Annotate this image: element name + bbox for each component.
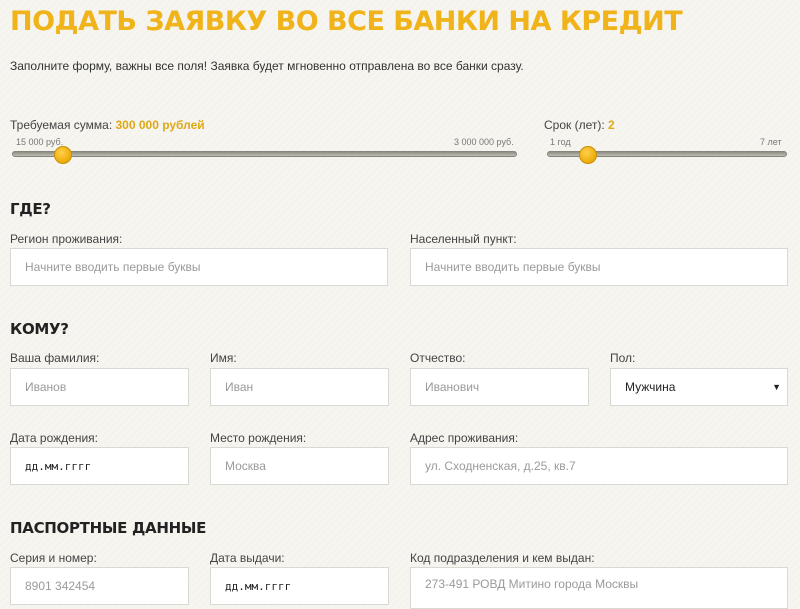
amount-max-label: 3 000 000 руб. xyxy=(454,137,514,147)
region-input[interactable] xyxy=(10,248,388,286)
term-value: 2 xyxy=(608,118,615,132)
section-passport-heading: ПАСПОРТНЫЕ ДАННЫЕ xyxy=(10,519,207,537)
patronymic-label: Отчество: xyxy=(410,351,466,365)
birth-place-input[interactable] xyxy=(210,447,389,485)
region-label: Регион проживания: xyxy=(10,232,123,246)
dropdown-arrow-icon: ▼ xyxy=(772,382,781,392)
passport-series-label: Серия и номер: xyxy=(10,551,97,565)
surname-label: Ваша фамилия: xyxy=(10,351,100,365)
birth-date-label: Дата рождения: xyxy=(10,431,98,445)
address-input[interactable] xyxy=(410,447,788,485)
passport-series-input[interactable] xyxy=(10,567,189,605)
birth-place-label: Место рождения: xyxy=(210,431,307,445)
amount-label-text: Требуемая сумма: xyxy=(10,118,113,132)
name-label: Имя: xyxy=(210,351,237,365)
term-slider-thumb[interactable] xyxy=(578,146,597,164)
address-label: Адрес проживания: xyxy=(410,431,519,445)
name-input[interactable] xyxy=(210,368,389,406)
city-label: Населенный пункт: xyxy=(410,232,517,246)
amount-slider-thumb[interactable] xyxy=(53,146,72,164)
term-label-text: Срок (лет): xyxy=(544,118,605,132)
amount-slider-track[interactable] xyxy=(12,151,517,157)
amount-slider-label: Требуемая сумма: 300 000 рублей xyxy=(10,118,205,132)
form-intro: Заполните форму, важны все поля! Заявка … xyxy=(10,59,524,73)
surname-input[interactable] xyxy=(10,368,189,406)
issuer-label: Код подразделения и кем выдан: xyxy=(410,551,595,565)
page-title: ПОДАТЬ ЗАЯВКУ ВО ВСЕ БАНКИ НА КРЕДИТ xyxy=(10,6,683,37)
issue-date-input[interactable] xyxy=(210,567,389,605)
term-max-label: 7 лет xyxy=(760,137,782,147)
term-min-label: 1 год xyxy=(550,137,571,147)
city-input[interactable] xyxy=(410,248,788,286)
amount-value: 300 000 рублей xyxy=(115,118,205,132)
gender-select[interactable]: Мужчина ▼ xyxy=(610,368,788,406)
patronymic-input[interactable] xyxy=(410,368,589,406)
amount-min-label: 15 000 руб. xyxy=(16,137,64,147)
section-where-heading: ГДЕ? xyxy=(10,200,51,218)
gender-label: Пол: xyxy=(610,351,636,365)
issuer-textarea[interactable] xyxy=(410,567,788,609)
issue-date-label: Дата выдачи: xyxy=(210,551,285,565)
section-whom-heading: КОМУ? xyxy=(10,320,69,338)
birth-date-input[interactable] xyxy=(10,447,189,485)
term-slider-label: Срок (лет): 2 xyxy=(544,118,615,132)
gender-selected-value: Мужчина xyxy=(625,380,676,394)
